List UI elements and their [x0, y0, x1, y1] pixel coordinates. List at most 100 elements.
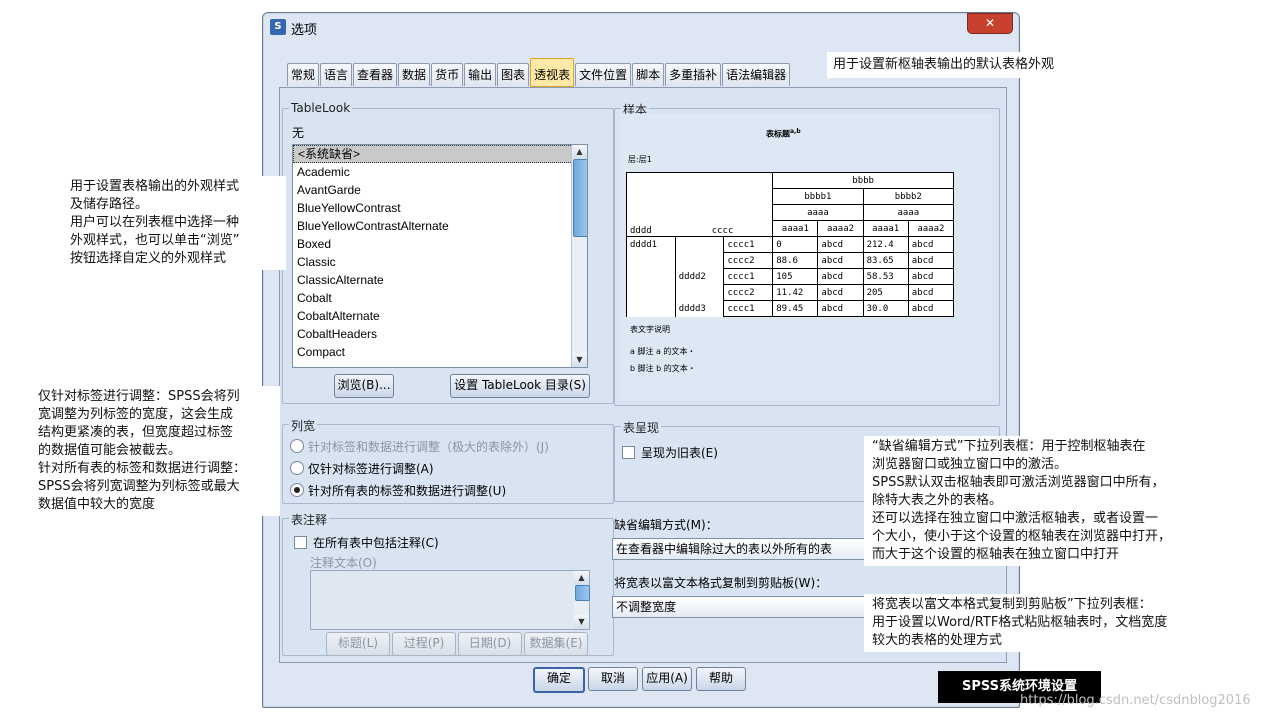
tablelook-item[interactable]: Boxed	[293, 235, 587, 253]
title-bar: S 选项 ✕	[263, 13, 1019, 41]
dialog-title: 选项	[291, 23, 318, 38]
pivot-row-dim-1: dddd	[630, 226, 652, 236]
pivot-data-cell: 0	[772, 236, 819, 253]
tab-bar: 常规 语言 查看器 数据 货币 输出 图表 透视表 文件位置 脚本 多重插补 语法编辑器	[287, 58, 791, 87]
tablelook-item[interactable]: AvantGarde	[293, 181, 587, 199]
copy-wide-select[interactable]: 不调整宽度	[612, 596, 865, 618]
procedure-button[interactable]: 过程(P)	[392, 632, 456, 656]
watermark: https://blog.csdn.net/csdnblog2016	[1020, 693, 1251, 708]
tablelook-item[interactable]: CobaltHeaders	[293, 325, 587, 343]
tab-11[interactable]: 语法编辑器	[722, 63, 791, 86]
pivot-row-label	[626, 284, 676, 301]
tab-3[interactable]: 数据	[398, 63, 431, 86]
scroll-up-icon[interactable]: ▲	[574, 571, 589, 585]
column-width-legend: 列宽	[289, 417, 318, 434]
tablelook-item[interactable]: Academic	[293, 163, 587, 181]
pivot-data-cell: 89.45	[772, 300, 819, 317]
apply-button[interactable]: 应用(A)	[642, 667, 692, 691]
pivot-data-cell: abcd	[907, 284, 955, 301]
annotation-line: 较大的表格的处理方式	[872, 633, 1003, 648]
radio-adjust-labels-and-data-except-large[interactable]: 针对标签和数据进行调整（极大的表除外）(J)	[290, 438, 549, 455]
pivot-row-label: dddd3	[674, 300, 725, 317]
ok-button[interactable]: 确定	[533, 667, 585, 693]
dataset-button[interactable]: 数据集(E)	[524, 632, 588, 656]
pivot-col-leaf: aaaa1	[772, 220, 819, 237]
copy-wide-label: 将宽表以富文本格式复制到剪贴板(W)：	[614, 576, 828, 590]
include-comments-checkbox[interactable]: 在所有表中包括注释(C)	[294, 534, 439, 551]
annotation-line: 用户可以在列表框中选择一种	[70, 215, 240, 230]
render-legacy-checkbox[interactable]: 呈现为旧表(E)	[622, 444, 718, 461]
tablelook-item[interactable]: Compact	[293, 343, 587, 361]
pivot-data-cell: abcd	[907, 236, 955, 253]
pivot-data-cell: 205	[862, 284, 909, 301]
pivot-data-cell: abcd	[907, 252, 955, 269]
scroll-thumb[interactable]	[575, 585, 590, 601]
pivot-data-cell: abcd	[817, 268, 864, 285]
tablelook-item[interactable]: Classic	[293, 253, 587, 271]
title-button[interactable]: 标题(L)	[326, 632, 390, 656]
scroll-down-icon[interactable]: ▼	[574, 615, 589, 629]
annotation-line: 的数据值可能会被截去。	[38, 443, 182, 458]
tablelook-listbox[interactable]: <系统缺省> Academic AvantGarde BlueYellowContra…	[292, 144, 588, 368]
pivot-data-cell: 83.65	[862, 252, 909, 269]
radio-adjust-labels-only[interactable]: 仅针对标签进行调整(A)	[290, 460, 434, 477]
pivot-col-dim: bbbb	[772, 172, 954, 189]
pivot-row-label: cccc2	[723, 252, 774, 269]
radio-circle-icon	[290, 439, 304, 453]
tab-4[interactable]: 货币	[431, 63, 464, 86]
checkbox-icon	[294, 536, 307, 549]
sample-preview: 表标题a,b 层:层1 dddd cccc bbbb bbbb1 bbbb2 aaaa aa…	[620, 114, 992, 400]
tablelook-current: 无	[292, 126, 305, 140]
scroll-down-icon[interactable]: ▼	[572, 353, 587, 367]
spss-app-icon: S	[270, 19, 286, 35]
tab-2[interactable]: 查看器	[353, 63, 398, 86]
sample-pivot-table: dddd cccc bbbb bbbb1 bbbb2 aaaa aaaa aaaa1 aaaa2…	[625, 172, 955, 317]
checkbox-icon	[622, 446, 635, 459]
tablelook-item[interactable]: ClassicAlternate	[293, 271, 587, 289]
tablelook-legend: TableLook	[289, 101, 353, 115]
tab-8[interactable]: 文件位置	[575, 63, 632, 86]
annotation-line: SPSS默认双击枢轴表即可激活浏览器窗口中所有，	[872, 475, 1165, 490]
sample-layer-label: 层:层1	[628, 155, 652, 164]
tablelook-item[interactable]: BlueYellowContrast	[293, 199, 587, 217]
annotation-line: 除特大表之外的表格。	[872, 493, 1003, 508]
tab-5[interactable]: 输出	[464, 63, 497, 86]
tab-7[interactable]: 透视表	[530, 58, 575, 87]
help-button[interactable]: 帮助	[696, 667, 746, 691]
radio-adjust-all-labels-and-data[interactable]: 针对所有表的标签和数据进行调整(U)	[290, 482, 506, 499]
browse-button[interactable]: 浏览(B)...	[334, 374, 394, 398]
tablelook-scrollbar[interactable]: ▲ ▼	[571, 145, 587, 367]
pivot-data-cell: abcd	[907, 300, 955, 317]
tablelook-item[interactable]: BlueYellowContrastAlternate	[293, 217, 587, 235]
comment-text-area[interactable]: ▲ ▼	[310, 570, 590, 630]
tab-panel: TableLook 无 <系统缺省> Academic AvantGarde Blue…	[279, 87, 1007, 663]
scroll-thumb[interactable]	[573, 159, 587, 237]
pivot-data-cell: 212.4	[862, 236, 909, 253]
comment-scrollbar[interactable]: ▲ ▼	[574, 571, 590, 629]
date-button[interactable]: 日期(D)	[458, 632, 522, 656]
pivot-row-label: cccc1	[723, 300, 774, 317]
tablelook-item[interactable]: Cobalt	[293, 289, 587, 307]
tab-0[interactable]: 常规	[287, 63, 320, 86]
close-button[interactable]: ✕	[967, 13, 1013, 34]
tablelook-item[interactable]: CobaltAlternate	[293, 307, 587, 325]
cancel-button[interactable]: 取消	[588, 667, 638, 691]
table-comments-legend: 表注释	[289, 511, 330, 528]
scroll-up-icon[interactable]: ▲	[572, 145, 587, 159]
pivot-corner: dddd cccc	[625, 172, 774, 237]
annotation-line: 宽调整为列标签的宽度，这会生成	[38, 407, 234, 422]
annotation-top-right: 用于设置新枢轴表输出的默认表格外观	[827, 52, 1109, 78]
pivot-row-label	[626, 252, 676, 269]
pivot-col-leaf: aaaa2	[907, 220, 955, 237]
tab-9[interactable]: 脚本	[632, 63, 665, 86]
annotation-line: 及储存路径。	[70, 197, 149, 212]
pivot-row-label: dddd1	[626, 236, 676, 253]
pivot-col-header: bbbb1	[772, 188, 864, 205]
tablelook-item[interactable]: <系统缺省>	[293, 145, 587, 163]
tab-10[interactable]: 多重插补	[665, 63, 722, 86]
tab-6[interactable]: 图表	[497, 63, 530, 86]
sample-caption: 表文字说明	[630, 325, 670, 334]
edit-mode-select[interactable]: 在查看器中编辑除过大的表以外所有的表	[612, 538, 865, 560]
set-tablelook-dir-button[interactable]: 设置 TableLook 目录(S)	[450, 374, 590, 398]
tab-1[interactable]: 语言	[320, 63, 353, 86]
